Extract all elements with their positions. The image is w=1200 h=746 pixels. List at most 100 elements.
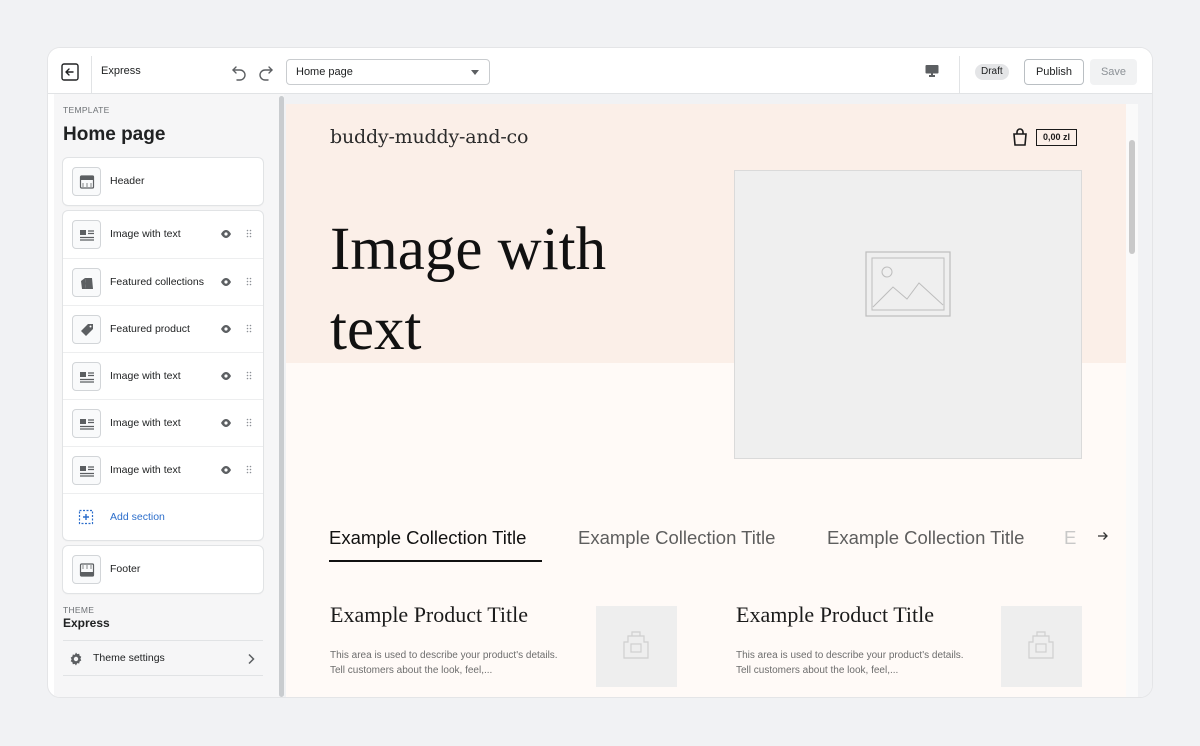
sidebar-item-label: Header	[110, 175, 145, 187]
image-text-icon-box	[72, 456, 101, 485]
section-item-image-with-text[interactable]: Image with text	[63, 399, 263, 446]
section-item-label: Image with text	[110, 464, 181, 476]
product-description: This area is used to describe your produ…	[736, 650, 964, 676]
tab-collection-2[interactable]: Example Collection Title	[578, 527, 775, 549]
page-select-value: Home page	[296, 66, 353, 78]
desktop-view-button[interactable]	[924, 63, 940, 79]
topbar-divider	[91, 56, 92, 94]
section-item-label: Featured collections	[110, 276, 204, 288]
eye-icon[interactable]	[220, 229, 232, 239]
template-title: Home page	[63, 124, 166, 145]
header-card: Header	[63, 158, 263, 205]
theme-section-label: THEME	[63, 605, 95, 615]
image-with-text-icon	[80, 372, 94, 383]
redo-icon	[259, 66, 273, 81]
eye-icon[interactable]	[220, 418, 232, 428]
publish-button[interactable]: Publish	[1024, 59, 1084, 85]
header-layout-icon	[79, 175, 95, 189]
eye-icon[interactable]	[220, 371, 232, 381]
add-section-icon	[78, 509, 94, 525]
add-section-label: Add section	[110, 511, 165, 523]
image-text-icon-box	[72, 409, 101, 438]
topbar-divider	[959, 56, 960, 94]
sections-card: Image with text Featured collections Fea…	[63, 211, 263, 540]
theme-editor-window: Express Home page Draft Publish Save TEM…	[48, 48, 1152, 697]
add-section-button[interactable]: Add section	[63, 493, 263, 540]
drag-handle-icon[interactable]	[246, 418, 252, 427]
section-item-image-with-text[interactable]: Image with text	[63, 446, 263, 493]
featured-collections-icon	[81, 275, 93, 289]
desktop-icon	[925, 65, 939, 77]
product-icon-box	[72, 315, 101, 344]
product-title[interactable]: Example Product Title	[736, 602, 934, 628]
image-with-text-icon	[80, 230, 94, 241]
active-tab-underline	[329, 560, 542, 562]
tag-icon	[81, 324, 93, 336]
preview-scrollbar-thumb[interactable]	[1129, 140, 1135, 254]
drag-handle-icon[interactable]	[246, 324, 252, 333]
section-item-label: Image with text	[110, 370, 181, 382]
product-image-placeholder[interactable]	[1001, 606, 1082, 687]
gear-icon	[70, 652, 82, 666]
section-item-image-with-text[interactable]: Image with text	[63, 211, 263, 258]
sidebar-item-header[interactable]: Header	[63, 158, 263, 205]
theme-settings-label: Theme settings	[93, 652, 165, 664]
section-item-image-with-text[interactable]: Image with text	[63, 352, 263, 399]
footer-layout-icon-box	[72, 555, 101, 584]
theme-settings-item[interactable]: Theme settings	[63, 640, 263, 676]
sidebar-item-label: Footer	[110, 563, 141, 575]
page-select-dropdown[interactable]: Home page	[286, 59, 490, 85]
product-image-placeholder[interactable]	[596, 606, 677, 687]
hero-heading: Image with text	[330, 216, 607, 363]
image-placeholder-icon	[865, 251, 951, 317]
exit-icon	[61, 63, 79, 81]
store-preview[interactable]: buddy-muddy-and-co 0,00 zl Image with te…	[286, 104, 1126, 697]
section-item-featured-collections[interactable]: Featured collections	[63, 258, 263, 305]
section-item-label: Featured product	[110, 323, 190, 335]
collections-icon-box	[72, 268, 101, 297]
eye-icon[interactable]	[220, 277, 232, 287]
shopping-bag-icon[interactable]	[1012, 128, 1028, 146]
image-text-icon-box	[72, 220, 101, 249]
image-text-icon-box	[72, 362, 101, 391]
product-description: This area is used to describe your produ…	[330, 650, 558, 676]
eye-icon[interactable]	[220, 465, 232, 475]
tab-collection-3[interactable]: Example Collection Title	[827, 527, 1024, 549]
footer-layout-icon	[79, 563, 95, 577]
section-item-label: Image with text	[110, 228, 181, 240]
section-item-label: Image with text	[110, 417, 181, 429]
product-title[interactable]: Example Product Title	[330, 602, 528, 628]
image-with-text-icon	[80, 466, 94, 477]
template-section-label: TEMPLATE	[63, 105, 110, 115]
arrow-right-icon[interactable]	[1097, 531, 1109, 541]
editor-top-bar: Express Home page Draft Publish Save	[48, 48, 1152, 94]
tab-collection-overflow: E	[1064, 527, 1077, 548]
theme-name-label: Express	[101, 65, 141, 77]
redo-button[interactable]	[257, 63, 275, 81]
section-item-featured-product[interactable]: Featured product	[63, 305, 263, 352]
exit-editor-button[interactable]	[60, 62, 80, 82]
hero-image-placeholder	[734, 170, 1082, 459]
theme-name: Express	[63, 616, 110, 630]
save-button[interactable]: Save	[1090, 59, 1137, 85]
image-with-text-icon	[80, 419, 94, 430]
cart-total-badge[interactable]: 0,00 zl	[1036, 129, 1078, 146]
undo-button[interactable]	[230, 63, 248, 81]
drag-handle-icon[interactable]	[246, 229, 252, 238]
store-name[interactable]: buddy-muddy-and-co	[330, 126, 528, 148]
tab-collection-1[interactable]: Example Collection Title	[329, 527, 526, 549]
drag-handle-icon[interactable]	[246, 371, 252, 380]
product-placeholder-icon	[1028, 631, 1054, 659]
sidebar-item-footer[interactable]: Footer	[63, 546, 263, 593]
footer-card: Footer	[63, 546, 263, 593]
product-placeholder-icon	[623, 631, 649, 659]
header-layout-icon-box	[72, 167, 101, 196]
chevron-down-icon	[471, 70, 479, 75]
drag-handle-icon[interactable]	[246, 277, 252, 286]
drag-handle-icon[interactable]	[246, 465, 252, 474]
template-sidebar: TEMPLATE Home page Header Image with tex…	[54, 94, 278, 697]
undo-icon	[232, 66, 246, 81]
eye-icon[interactable]	[220, 324, 232, 334]
chevron-right-icon	[248, 653, 255, 665]
draft-status-badge: Draft	[975, 64, 1009, 80]
